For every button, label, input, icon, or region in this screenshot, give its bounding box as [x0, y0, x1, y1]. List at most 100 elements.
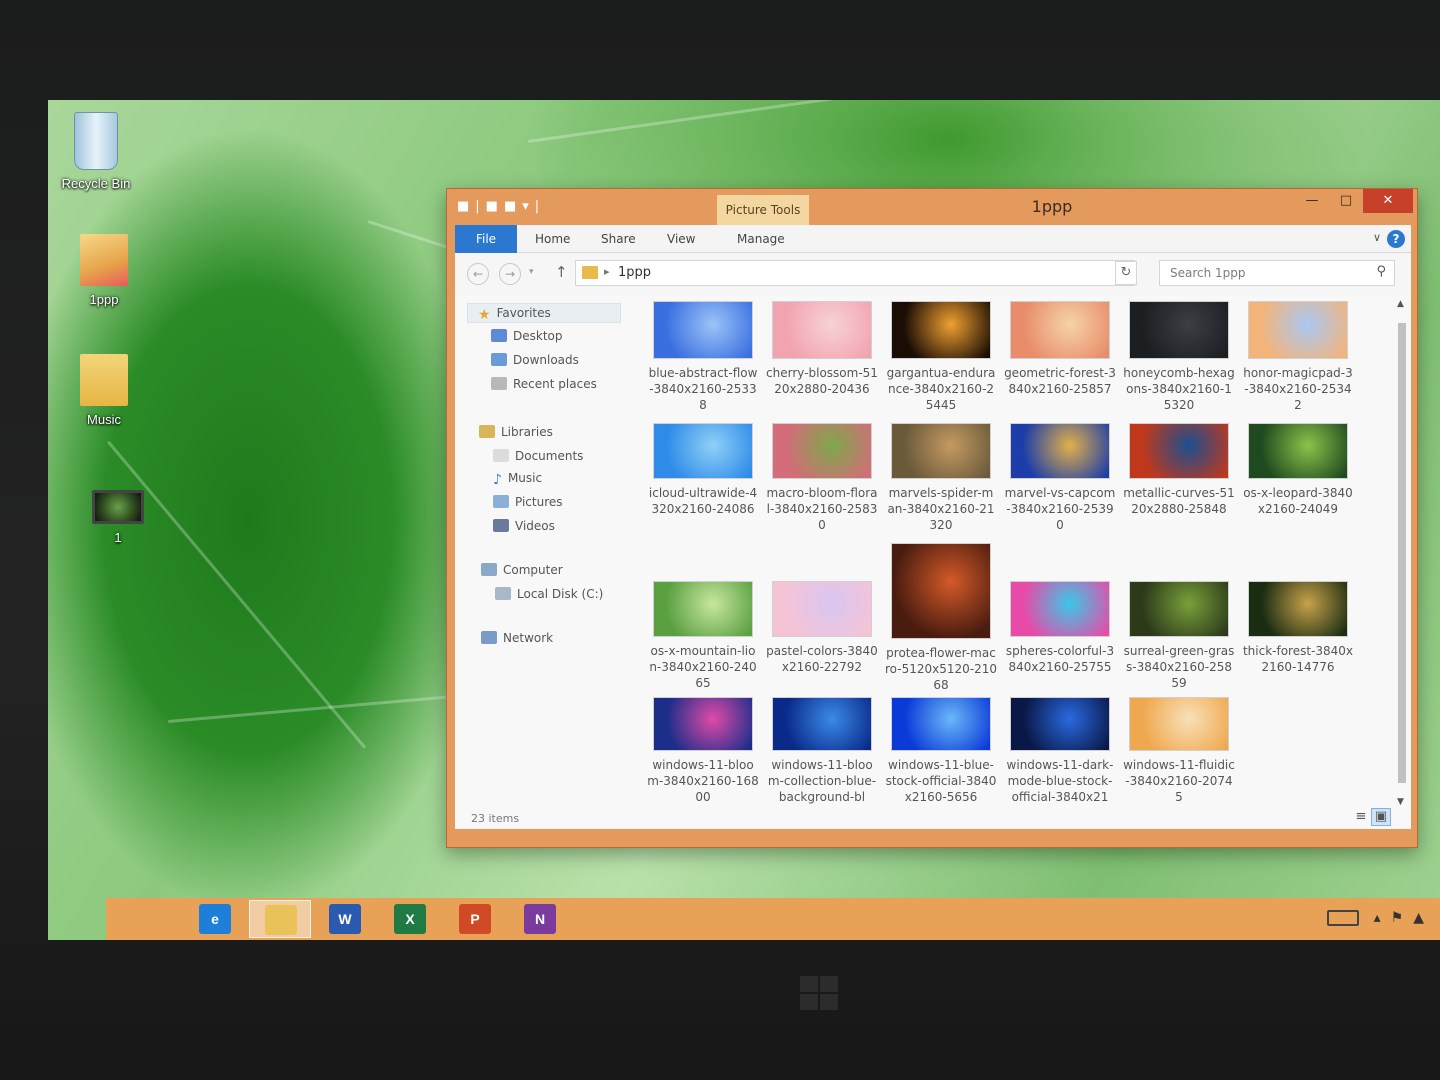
recycle-bin-icon	[74, 112, 118, 170]
file-item[interactable]: geometric-forest-3840x2160-25857	[1002, 301, 1118, 397]
nav-music[interactable]: ♪ Music	[493, 471, 542, 491]
file-item[interactable]: os-x-leopard-3840x2160-24049	[1240, 423, 1356, 517]
chevron-down-icon[interactable]: ∨	[1373, 231, 1381, 244]
scroll-down-icon[interactable]: ▼	[1397, 797, 1404, 807]
minimize-button[interactable]: —	[1295, 189, 1329, 213]
taskbar: e W X P N ▴⚑▲	[106, 898, 1440, 940]
file-name: thick-forest-3840x2160-14776	[1242, 644, 1354, 674]
volume-icon[interactable]: ▲	[1413, 910, 1434, 926]
image-thumbnail	[653, 581, 753, 637]
desktop-icon-video[interactable]: 1	[70, 490, 166, 545]
file-item[interactable]: surreal-green-grass-3840x2160-25859	[1121, 581, 1237, 691]
show-hidden-icons-icon[interactable]: ▴	[1374, 910, 1391, 926]
recent-locations-chevron-icon[interactable]: ▾	[529, 267, 534, 277]
tab-manage[interactable]: Manage	[725, 225, 797, 253]
tab-home[interactable]: Home	[523, 225, 582, 253]
desktop-icon	[491, 329, 507, 342]
action-center-flag-icon[interactable]: ⚑	[1391, 910, 1414, 926]
file-item[interactable]: honeycomb-hexagons-3840x2160-15320	[1121, 301, 1237, 413]
nav-network[interactable]: Network	[481, 631, 553, 651]
file-item[interactable]: gargantua-endurance-3840x2160-25445	[883, 301, 999, 413]
forward-button[interactable]: →	[499, 263, 521, 285]
large-icons-view-icon[interactable]: ▣	[1371, 808, 1391, 826]
file-item[interactable]: macro-bloom-floral-3840x2160-25830	[764, 423, 880, 533]
taskbar-app[interactable]: P	[444, 900, 506, 938]
file-item[interactable]: protea-flower-macro-5120x5120-21068	[883, 543, 999, 693]
desktop-icon-recycle-bin[interactable]: Recycle Bin	[48, 112, 144, 191]
back-button[interactable]: ←	[467, 263, 489, 285]
file-item[interactable]: cherry-blossom-5120x2880-20436	[764, 301, 880, 397]
nav-videos[interactable]: Videos	[493, 519, 555, 539]
close-button[interactable]: ✕	[1363, 189, 1413, 213]
file-item[interactable]: marvel-vs-capcom-3840x2160-25390	[1002, 423, 1118, 533]
maximize-button[interactable]: □	[1329, 189, 1363, 213]
touch-keyboard-icon[interactable]	[1327, 910, 1360, 926]
file-item[interactable]: metallic-curves-5120x2880-25848	[1121, 423, 1237, 517]
nav-documents[interactable]: Documents	[493, 449, 583, 469]
search-icon[interactable]: ⚲	[1376, 264, 1386, 279]
file-item[interactable]: spheres-colorful-3840x2160-25755	[1002, 581, 1118, 675]
file-item[interactable]: pastel-colors-3840x2160-22792	[764, 581, 880, 675]
address-bar[interactable]: ▸ 1ppp ∨	[575, 260, 1135, 286]
file-item[interactable]: windows-11-dark-mode-blue-stock-official…	[1002, 697, 1118, 805]
image-thumbnail	[653, 697, 753, 751]
image-thumbnail	[1129, 581, 1229, 637]
navigation-pane: ★ Favorites Desktop Downloads Recent plac…	[455, 295, 639, 829]
image-thumbnail	[1129, 423, 1229, 479]
nav-recent-places[interactable]: Recent places	[491, 377, 597, 397]
file-name: gargantua-endurance-3840x2160-25445	[886, 366, 996, 412]
address-path[interactable]: 1ppp	[618, 265, 651, 280]
file-name: spheres-colorful-3840x2160-25755	[1005, 644, 1115, 674]
taskbar-app[interactable]: e	[184, 900, 246, 938]
tab-file[interactable]: File	[455, 225, 517, 253]
nav-libraries[interactable]: Libraries	[479, 425, 553, 445]
file-item[interactable]: icloud-ultrawide-4320x2160-24086	[645, 423, 761, 517]
taskbar-app[interactable]: X	[379, 900, 441, 938]
image-thumbnail	[653, 423, 753, 479]
file-item[interactable]: blue-abstract-flow-3840x2160-25338	[645, 301, 761, 413]
file-item[interactable]: os-x-mountain-lion-3840x2160-24065	[645, 581, 761, 691]
tab-share[interactable]: Share	[589, 225, 648, 253]
file-name: icloud-ultrawide-4320x2160-24086	[648, 486, 758, 516]
file-item[interactable]: thick-forest-3840x2160-14776	[1240, 581, 1356, 675]
file-item[interactable]: marvels-spider-man-3840x2160-21320	[883, 423, 999, 533]
vertical-scrollbar[interactable]: ▲ ▼	[1395, 295, 1409, 829]
taskbar-app[interactable]: N	[509, 900, 571, 938]
search-placeholder: Search 1ppp	[1170, 266, 1246, 280]
title-bar[interactable]: ■|■■▾| Picture Tools 1ppp — □ ✕	[447, 189, 1417, 225]
search-input[interactable]: Search 1ppp ⚲	[1159, 260, 1395, 286]
nav-local-disk[interactable]: Local Disk (C:)	[495, 587, 603, 607]
network-icon	[481, 631, 497, 644]
desktop-icon-music[interactable]: Music	[56, 354, 152, 427]
refresh-button[interactable]: ↻	[1115, 261, 1137, 285]
image-thumbnail	[891, 301, 991, 359]
desktop-icon-1ppp[interactable]: 1ppp	[56, 234, 152, 307]
windows-logo-icon[interactable]	[800, 976, 840, 1012]
image-thumbnail	[1010, 301, 1110, 359]
desktop-icon-label: 1ppp	[89, 292, 119, 307]
image-thumbnail	[1010, 423, 1110, 479]
tab-view[interactable]: View	[655, 225, 707, 253]
up-arrow-icon[interactable]: ↑	[555, 263, 568, 281]
file-item[interactable]: windows-11-blue-stock-official-3840x2160…	[883, 697, 999, 805]
scrollbar-thumb[interactable]	[1398, 323, 1406, 783]
file-item[interactable]: windows-11-fluidic-3840x2160-20745	[1121, 697, 1237, 805]
file-name: marvel-vs-capcom-3840x2160-25390	[1004, 486, 1116, 532]
excel-icon: X	[394, 904, 426, 934]
nav-favorites[interactable]: ★ Favorites	[467, 303, 621, 323]
scroll-up-icon[interactable]: ▲	[1397, 299, 1404, 309]
help-icon[interactable]: ?	[1387, 230, 1405, 248]
file-item[interactable]: honor-magicpad-3-3840x2160-25342	[1240, 301, 1356, 413]
taskbar-app[interactable]	[249, 900, 311, 938]
file-item[interactable]: windows-11-bloom-collection-blue-backgro…	[764, 697, 880, 805]
taskbar-app[interactable]: W	[314, 900, 376, 938]
file-name: honeycomb-hexagons-3840x2160-15320	[1123, 366, 1235, 412]
image-thumbnail	[891, 423, 991, 479]
content-area: ★ Favorites Desktop Downloads Recent plac…	[455, 295, 1411, 829]
nav-downloads[interactable]: Downloads	[491, 353, 579, 373]
nav-computer[interactable]: Computer	[481, 563, 563, 583]
file-item[interactable]: windows-11-bloom-3840x2160-16800	[645, 697, 761, 805]
details-view-icon[interactable]: ≡	[1351, 809, 1371, 827]
nav-desktop[interactable]: Desktop	[491, 329, 563, 349]
nav-pictures[interactable]: Pictures	[493, 495, 563, 515]
